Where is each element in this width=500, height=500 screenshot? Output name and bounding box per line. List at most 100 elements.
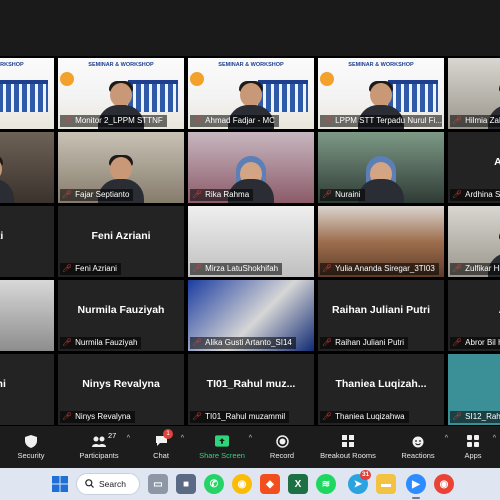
shield-icon bbox=[24, 434, 38, 448]
participant-name: Ardhina Se.. bbox=[465, 190, 500, 199]
chat-label: Chat bbox=[153, 451, 169, 460]
participants-caret-icon[interactable]: ^ bbox=[127, 435, 130, 442]
participant-name-label: 🎤︎ Fajar Septianto bbox=[60, 189, 134, 201]
participant-tile[interactable]: Ninys Revalyna 🎤︎ Ninys Revalyna bbox=[58, 354, 184, 425]
reactions-button[interactable]: Reactions ^ bbox=[390, 426, 448, 468]
mic-muted-icon: 🎤︎ bbox=[322, 338, 333, 347]
mic-muted-icon: 🎤︎ bbox=[62, 264, 73, 273]
spotify-icon[interactable]: ≋ bbox=[316, 474, 336, 494]
participant-display-name: Thaniea Luqizah... bbox=[335, 378, 427, 390]
task-view-icon[interactable]: ▭ bbox=[148, 474, 168, 494]
chrome-icon[interactable]: ◉ bbox=[232, 474, 252, 494]
participant-tile[interactable]: 🎤︎Hilmia Zah.. bbox=[448, 58, 500, 129]
participant-tile[interactable]: SEMINAR & WORKSHOP 🎤︎ Ahmad Fadjar - MC bbox=[188, 58, 314, 129]
participants-icon: 27 bbox=[92, 431, 116, 448]
participant-tile[interactable]: 🎤︎ Mirza LatuShokhifah bbox=[188, 206, 314, 277]
seminar-banner-title: SEMINAR & WORKSHOP bbox=[88, 62, 154, 68]
participant-name-label: 🎤︎SI12_Rahm.. bbox=[450, 411, 500, 423]
gallery-view: SEMINAR & WORKSHOPSEMINAR & WORKSHOP🎤︎Mo… bbox=[0, 56, 500, 426]
participant-tile[interactable]: Thaniea Luqizah... 🎤︎ Thaniea Luqizahwa bbox=[318, 354, 444, 425]
zoom-taskbar-icon[interactable]: ▶ bbox=[406, 474, 426, 494]
participant-tile[interactable]: 🎤︎ Rika Rahma bbox=[188, 132, 314, 203]
taskbar-search[interactable]: Search bbox=[76, 473, 140, 495]
participant-tile[interactable]: Ardhin 🎤︎Ardhina Se.. bbox=[448, 132, 500, 203]
participant-tile[interactable]: 🎤︎ Nuraini bbox=[318, 132, 444, 203]
participant-tile[interactable]: 🎤︎rifin Ilham bbox=[0, 132, 54, 203]
figma-icon[interactable]: ◆ bbox=[260, 474, 280, 494]
share-screen-button[interactable]: Share Screen ^ bbox=[186, 426, 258, 468]
participant-name-label: 🎤︎Hilmia Zah.. bbox=[450, 115, 500, 127]
mic-muted-icon: 🎤︎ bbox=[192, 264, 203, 273]
participant-name: LPPM STT Terpadu Nurul Fi... bbox=[335, 116, 442, 125]
security-button[interactable]: Security bbox=[0, 426, 62, 468]
participant-name: Nurmila Fauziyah bbox=[75, 338, 138, 347]
reactions-icon bbox=[411, 434, 425, 448]
windows-start-icon[interactable] bbox=[50, 474, 70, 494]
participant-tile[interactable]: SEMINAR & WORKSHOP 🎤︎ Monitor 2_LPPM STTNF bbox=[58, 58, 184, 129]
participant-tile[interactable]: Raihan Juliani Putri 🎤︎ Raihan Juliani Put… bbox=[318, 280, 444, 351]
participant-tile[interactable]: Nurmila Fauziyah 🎤︎ Nurmila Fauziyah bbox=[58, 280, 184, 351]
record-button[interactable]: Record bbox=[258, 426, 306, 468]
participants-button[interactable]: 27 Participants ^ bbox=[62, 426, 136, 468]
participant-tile[interactable]: 🎤︎SI12_Rahm.. bbox=[448, 354, 500, 425]
participant-tile[interactable]: 🎤︎ Fajar Septianto bbox=[58, 132, 184, 203]
breakout-rooms-label: Breakout Rooms bbox=[320, 451, 376, 460]
excel-icon[interactable]: X bbox=[288, 474, 308, 494]
participant-name: Nuraini bbox=[335, 190, 361, 199]
participant-tile[interactable]: 🎤︎Zulfikar Hil.. bbox=[448, 206, 500, 277]
mic-muted-icon: 🎤︎ bbox=[62, 116, 73, 125]
participant-video bbox=[0, 280, 54, 351]
windows-taskbar: Search ▭ ■ ✆ ◉ ◆ X ≋ ➤ 31 ▬ ▶ ◉ bbox=[0, 468, 500, 500]
apps-icon bbox=[466, 434, 480, 448]
chat-caret-icon[interactable]: ^ bbox=[181, 435, 184, 442]
participant-name: SI12_Rahm.. bbox=[465, 412, 500, 421]
participant-tile[interactable]: 🎤︎ Yulia Ananda Siregar_3TI03 bbox=[318, 206, 444, 277]
participant-display-name: Feni Azriani bbox=[91, 230, 151, 242]
banner-sun-graphic bbox=[60, 72, 74, 86]
telegram-icon[interactable]: ➤ 31 bbox=[348, 470, 372, 494]
participant-tile[interactable]: aviani bbox=[0, 354, 54, 425]
mic-muted-icon: 🎤︎ bbox=[62, 338, 73, 347]
file-explorer-icon[interactable]: ▬ bbox=[376, 474, 396, 494]
participant-tile[interactable]: SEMINAR & WORKSHOP bbox=[0, 58, 54, 129]
whatsapp-icon[interactable]: ✆ bbox=[204, 474, 224, 494]
participant-tile[interactable]: Feni Azriani 🎤︎ Feni Azriani bbox=[58, 206, 184, 277]
participant-tile[interactable]: Abro 🎤︎Abror Bil H.. bbox=[448, 280, 500, 351]
participant-name: Mirza LatuShokhifah bbox=[205, 264, 279, 273]
mic-muted-icon: 🎤︎ bbox=[192, 190, 203, 199]
participant-person bbox=[0, 155, 14, 203]
chrome-profile-icon[interactable]: ◉ bbox=[434, 474, 454, 494]
participant-name-label: 🎤︎Ardhina Se.. bbox=[450, 189, 500, 201]
participant-video: SEMINAR & WORKSHOP bbox=[0, 58, 54, 129]
participant-name: Zulfikar Hil.. bbox=[465, 264, 500, 273]
banner-sun-graphic bbox=[320, 72, 334, 86]
breakout-rooms-button[interactable]: Breakout Rooms bbox=[306, 426, 390, 468]
seminar-banner-title: SEMINAR & WORKSHOP bbox=[218, 62, 284, 68]
participant-tile[interactable]: yanti bbox=[0, 206, 54, 277]
top-strip bbox=[0, 0, 500, 56]
participant-name: Raihan Juliani Putri bbox=[335, 338, 405, 347]
participant-name: Monitor 2_LPPM STTNF bbox=[75, 116, 163, 125]
participant-display-name: Ninys Revalyna bbox=[82, 378, 160, 390]
participant-name: Ninys Revalyna bbox=[75, 412, 131, 421]
apps-button[interactable]: Apps ^ bbox=[446, 426, 500, 468]
participant-display-name: Ardhin bbox=[494, 156, 500, 168]
share-screen-caret-icon[interactable]: ^ bbox=[249, 435, 252, 442]
record-icon bbox=[275, 434, 289, 448]
apps-caret-icon[interactable]: ^ bbox=[493, 435, 496, 442]
participant-display-name: TI01_Rahul muz... bbox=[206, 378, 296, 390]
participant-name-label: 🎤︎ Rika Rahma bbox=[190, 189, 254, 201]
participant-name: Feni Azriani bbox=[75, 264, 117, 273]
participant-tile[interactable]: 🎤︎ni bbox=[0, 280, 54, 351]
mic-muted-icon: 🎤︎ bbox=[192, 116, 203, 125]
video-camera-app-icon[interactable]: ■ bbox=[176, 474, 196, 494]
participant-display-name: Nurmila Fauziyah bbox=[77, 304, 165, 316]
chat-button[interactable]: 1 Chat ^ bbox=[136, 426, 186, 468]
participant-tile[interactable]: TI01_Rahul muz... 🎤︎ TI01_Rahul muzammil bbox=[188, 354, 314, 425]
participant-tile[interactable]: 🎤︎ Alika Gusti Artanto_SI14 bbox=[188, 280, 314, 351]
participant-tile[interactable]: SEMINAR & WORKSHOP 🎤︎ LPPM STT Terpadu Nur… bbox=[318, 58, 444, 129]
participants-label: Participants bbox=[79, 451, 119, 460]
meeting-toolbar: Security 27 Participants ^ 1 Chat ^ Shar… bbox=[0, 426, 500, 468]
mic-muted-icon: 🎤︎ bbox=[452, 116, 463, 125]
mic-muted-icon: 🎤︎ bbox=[452, 338, 463, 347]
